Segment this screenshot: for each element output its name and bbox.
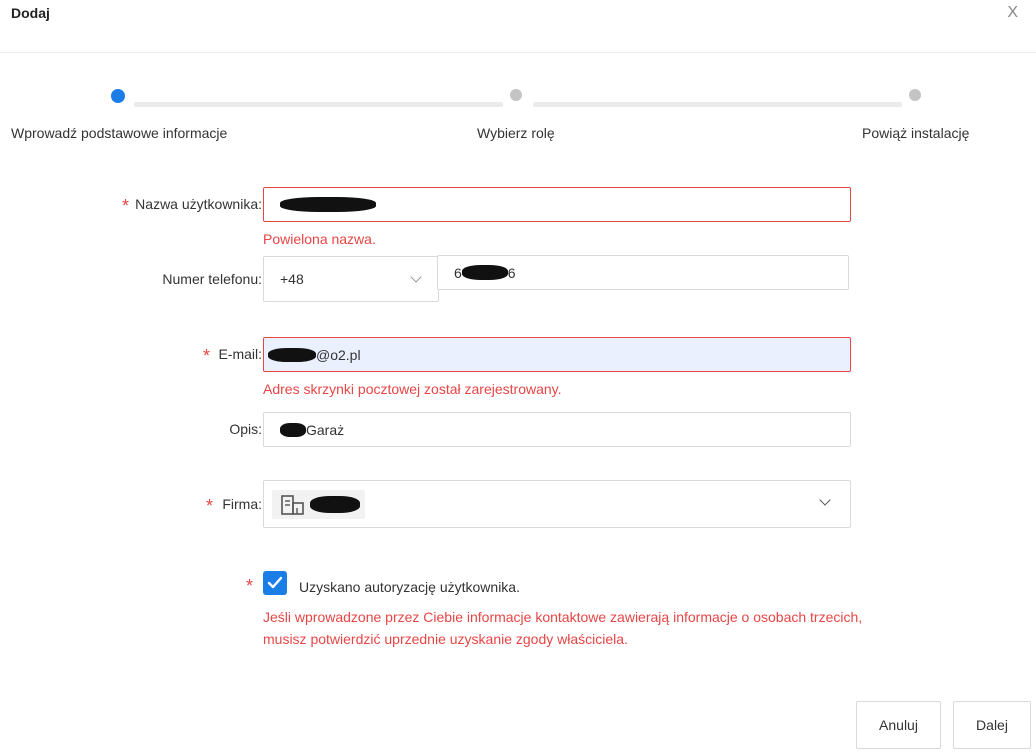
step-3-dot xyxy=(909,89,921,101)
building-icon xyxy=(281,495,304,515)
step-2-dot xyxy=(510,89,522,101)
next-button[interactable]: Dalej xyxy=(953,701,1031,749)
step-1-label: Wprowadź podstawowe informacje xyxy=(11,125,228,141)
username-label: Nazwa użytkownika: xyxy=(135,196,262,212)
email-input[interactable]: @o2.pl xyxy=(263,337,851,372)
authorization-checkbox[interactable] xyxy=(263,571,287,595)
country-code-select[interactable]: +48 xyxy=(263,256,439,302)
checkmark-icon xyxy=(267,576,283,589)
company-label: Firma: xyxy=(222,496,262,512)
company-chip[interactable] xyxy=(272,490,365,519)
required-marker: * xyxy=(206,496,214,516)
required-marker: * xyxy=(122,196,130,216)
redacted-text xyxy=(310,496,360,513)
description-input[interactable]: Garaż xyxy=(263,412,851,447)
email-label: E-mail: xyxy=(218,346,262,362)
authorization-warning-line1: Jeśli wprowadzone przez Ciebie informacj… xyxy=(263,609,863,625)
required-marker: * xyxy=(246,576,254,596)
phone-input[interactable]: 6 6 xyxy=(437,255,849,290)
email-suffix: @o2.pl xyxy=(316,346,361,363)
step-connector-2 xyxy=(533,102,902,107)
step-2-label: Wybierz rolę xyxy=(477,125,555,141)
close-icon[interactable]: X xyxy=(1007,4,1018,22)
phone-label: Numer telefonu: xyxy=(162,271,262,287)
chevron-down-icon xyxy=(410,271,422,283)
dialog-title: Dodaj xyxy=(11,5,50,21)
step-connector-1 xyxy=(134,102,503,107)
dialog-header: Dodaj X xyxy=(0,0,1036,53)
redacted-text xyxy=(268,347,316,362)
username-error: Powielona nazwa. xyxy=(263,231,376,247)
country-code-value: +48 xyxy=(280,271,304,287)
step-3-label: Powiąż instalację xyxy=(862,125,970,141)
authorization-label[interactable]: Uzyskano autoryzację użytkownika. xyxy=(299,579,520,595)
authorization-warning-line2: musisz potwierdzić uprzednie uzyskanie z… xyxy=(263,631,628,647)
phone-suffix: 6 xyxy=(507,264,516,281)
step-1-dot xyxy=(111,89,125,103)
email-error: Adres skrzynki pocztowej został zarejest… xyxy=(263,381,562,397)
description-suffix: Garaż xyxy=(306,421,345,438)
redacted-text xyxy=(280,197,376,212)
redacted-text xyxy=(280,422,306,437)
username-input[interactable] xyxy=(263,187,851,222)
required-marker: * xyxy=(203,346,211,366)
redacted-text xyxy=(461,265,508,280)
description-label: Opis: xyxy=(229,421,262,437)
cancel-button[interactable]: Anuluj xyxy=(856,701,941,749)
phone-prefix: 6 xyxy=(454,264,462,281)
